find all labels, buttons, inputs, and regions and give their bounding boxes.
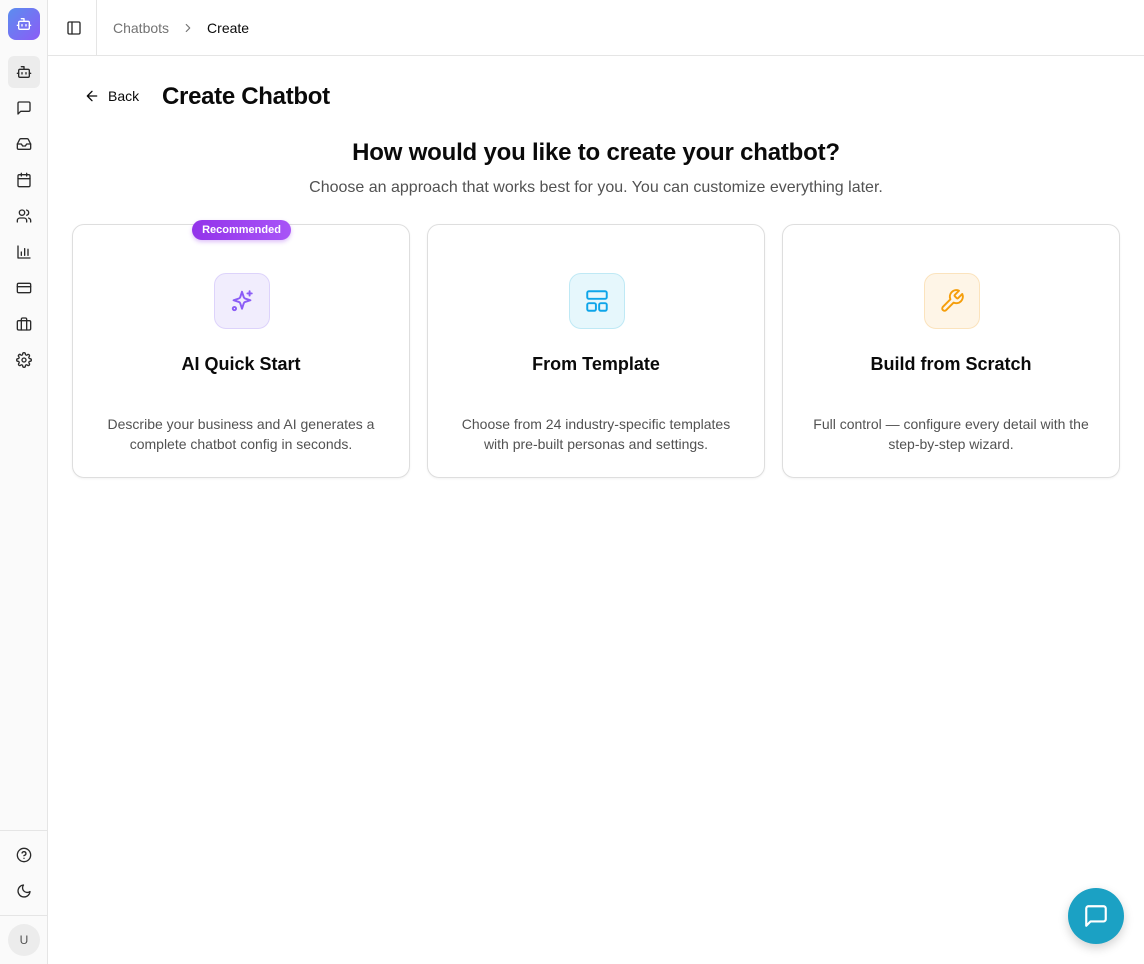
briefcase-icon [16,317,32,331]
breadcrumb-chatbots[interactable]: Chatbots [113,20,169,36]
moon-icon [17,884,31,898]
sparkles-icon [231,290,253,312]
wrench-icon [941,289,964,312]
sidebar-toggle-button[interactable] [60,12,88,44]
recommended-badge: Recommended [192,220,291,240]
users-icon [16,209,32,223]
nav-conversations[interactable] [8,92,40,124]
breadcrumb-create: Create [207,19,250,36]
page-title: Create Chatbot [162,83,330,110]
layout-template-icon-tile [569,273,625,329]
sparkles-icon-tile [214,273,270,329]
user-avatar[interactable]: U [8,924,40,956]
help-circle-icon [16,847,32,863]
option-description: Choose from 24 industry-specific templat… [461,416,731,452]
bar-chart-icon [17,245,31,259]
header-divider [96,0,97,55]
option-title: AI Quick Start [181,354,301,374]
sidebar-rail: U [0,0,48,964]
option-description: Describe your business and AI generates … [107,416,375,452]
bot-icon [16,18,32,30]
message-square-icon [17,101,31,115]
nav-settings[interactable] [8,344,40,376]
panel-left-icon [67,21,81,35]
option-title: Build from Scratch [870,354,1032,374]
rail-divider [0,915,47,916]
settings-icon [16,352,32,368]
option-description: Full control — configure every detail wi… [813,416,1089,452]
app-logo[interactable] [8,8,40,40]
option-card-build-from-scratch[interactable]: Build from Scratch Full control — config… [782,224,1120,478]
calendar-icon [17,172,31,188]
creation-subtitle: Choose an approach that works best for y… [309,179,883,196]
option-title: From Template [532,354,660,374]
nav-contacts[interactable] [8,200,40,232]
top-header: Chatbots Create [48,0,1144,56]
help-button[interactable] [8,839,40,871]
nav-analytics[interactable] [8,236,40,268]
nav-chatbots[interactable] [8,56,40,88]
inbox-icon [16,138,32,150]
option-card-ai-quick-start[interactable]: Recommended AI Quick Start Describe your… [72,220,410,478]
nav-billing[interactable] [8,272,40,304]
option-card-from-template[interactable]: From Template Choose from 24 industry-sp… [427,224,765,478]
wrench-icon-tile [924,273,980,329]
credit-card-icon [16,282,32,294]
bot-icon [16,66,32,78]
creation-question: How would you like to create your chatbo… [352,139,840,166]
nav-calendar[interactable] [8,164,40,196]
chevron-right-icon [181,21,195,35]
message-square-icon [1085,905,1107,927]
breadcrumb: Chatbots Create [113,0,249,55]
nav-business[interactable] [8,308,40,340]
back-label: Back [108,88,140,104]
arrow-left-icon [86,90,98,102]
layout-template-icon [586,290,608,312]
back-button[interactable]: Back [72,80,151,112]
rail-divider [0,830,47,831]
chat-widget-button[interactable] [1068,888,1124,944]
theme-toggle-button[interactable] [8,875,40,907]
nav-inbox[interactable] [8,128,40,160]
